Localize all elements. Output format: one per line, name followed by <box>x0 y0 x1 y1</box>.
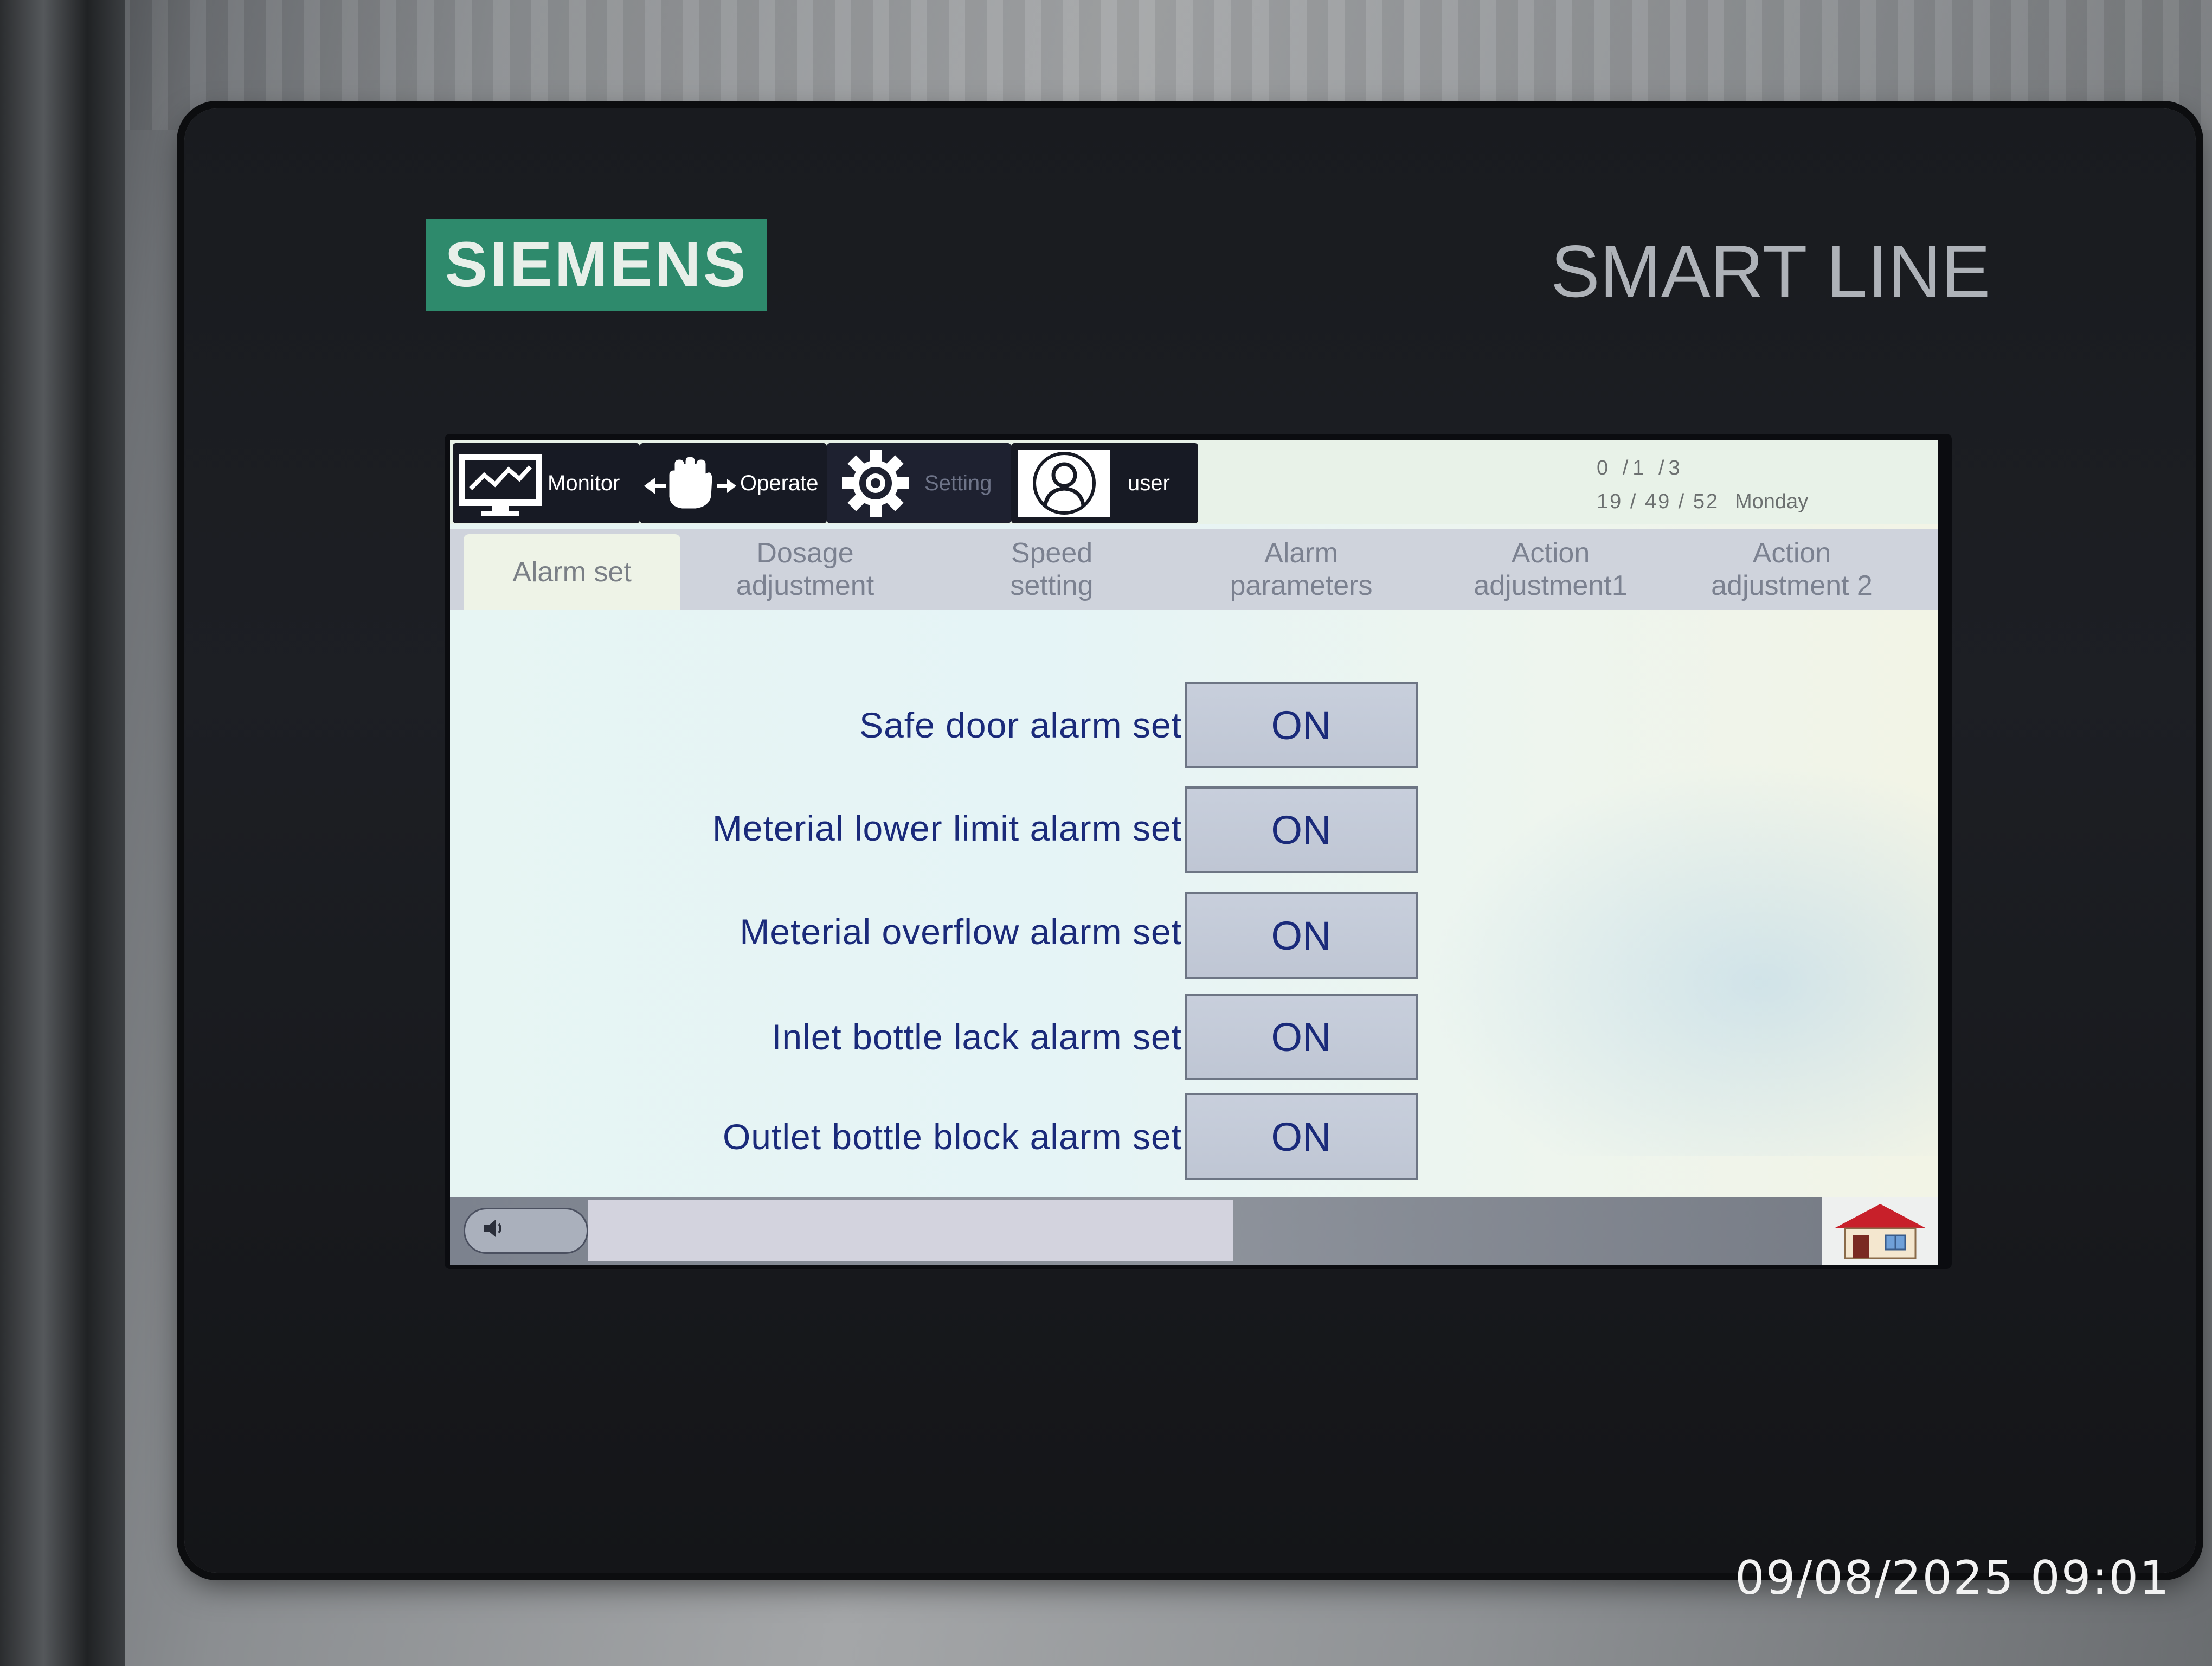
tab-label-line1: Alarm <box>1264 537 1338 569</box>
tab-action-adjustment-2[interactable]: Action adjustment 2 <box>1678 529 1906 610</box>
operate-button[interactable]: Operate <box>640 443 827 523</box>
operate-label: Operate <box>740 471 819 495</box>
hand-operate-icon <box>640 443 740 523</box>
alarm-sound-button[interactable] <box>464 1208 588 1254</box>
tab-dosage-adjustment[interactable]: Dosage adjustment <box>697 529 914 610</box>
user-button[interactable]: user <box>1011 443 1198 523</box>
date-display: 0 /1 /3 <box>1597 457 1684 479</box>
inlet-bottle-lack-alarm-label: Inlet bottle lack alarm set <box>771 1017 1182 1057</box>
photo-timestamp: 09/08/2025 09:01 <box>1735 1551 2170 1605</box>
panel-edge <box>0 0 125 1666</box>
tab-label-line2: adjustment1 <box>1474 570 1628 601</box>
material-overflow-alarm-toggle[interactable]: ON <box>1185 892 1418 979</box>
speaker-icon <box>481 1218 509 1245</box>
tab-label: Alarm set <box>512 556 632 588</box>
outlet-bottle-block-alarm-toggle[interactable]: ON <box>1185 1093 1418 1180</box>
tab-speed-setting[interactable]: Speed setting <box>943 529 1160 610</box>
material-lower-limit-alarm-toggle[interactable]: ON <box>1185 786 1418 873</box>
monitor-button[interactable]: Monitor <box>453 443 640 523</box>
home-button[interactable] <box>1822 1197 1938 1265</box>
inlet-bottle-lack-alarm-toggle[interactable]: ON <box>1185 994 1418 1080</box>
bottom-status-bar <box>450 1197 1938 1265</box>
setting-button[interactable]: Setting <box>827 443 1011 523</box>
tab-label-line2: setting <box>1010 570 1094 601</box>
series-label: SMART LINE <box>1551 230 1991 312</box>
tab-alarm-set[interactable]: Alarm set <box>464 534 680 610</box>
siemens-logo: SIEMENS <box>426 219 767 311</box>
home-icon <box>1829 1199 1932 1263</box>
gear-icon <box>827 443 924 523</box>
material-lower-limit-alarm-label: Meterial lower limit alarm set <box>712 808 1182 848</box>
tab-label-line2: parameters <box>1230 570 1373 601</box>
tab-label-line1: Action <box>1752 537 1831 569</box>
trend-monitor-icon <box>453 443 548 523</box>
monitor-label: Monitor <box>548 471 620 495</box>
background-swirl <box>1372 722 1938 1156</box>
material-overflow-alarm-label: Meterial overflow alarm set <box>740 912 1182 952</box>
setting-label: Setting <box>924 471 992 495</box>
tab-action-adjustment-1[interactable]: Action adjustment1 <box>1437 529 1664 610</box>
tab-label-line1: Action <box>1511 537 1590 569</box>
tab-label-line1: Dosage <box>756 537 854 569</box>
alarm-message-field <box>588 1200 1233 1261</box>
date-time-display: 0 /1 /3 19 / 49 / 52 Monday <box>1578 457 1903 516</box>
tab-label-line1: Speed <box>1011 537 1093 569</box>
user-label: user <box>1128 471 1170 495</box>
tab-label-line2: adjustment 2 <box>1711 570 1873 601</box>
tab-bar: Alarm set Dosage adjustment Speed settin… <box>450 529 1938 610</box>
tab-label-line2: adjustment <box>736 570 874 601</box>
outlet-bottle-block-alarm-label: Outlet bottle block alarm set <box>722 1117 1182 1157</box>
time-display: 19 / 49 / 52 <box>1597 490 1720 513</box>
tab-alarm-parameters[interactable]: Alarm parameters <box>1193 529 1410 610</box>
hmi-screen: Monitor Operate Setting user 0 /1 /3 19 … <box>450 440 1938 1265</box>
weekday-display: Monday <box>1735 490 1809 513</box>
top-nav-bar: Monitor Operate Setting user 0 /1 /3 19 … <box>450 440 1938 524</box>
user-icon <box>1011 443 1117 523</box>
safe-door-alarm-label: Safe door alarm set <box>859 705 1182 745</box>
safe-door-alarm-toggle[interactable]: ON <box>1185 682 1418 768</box>
